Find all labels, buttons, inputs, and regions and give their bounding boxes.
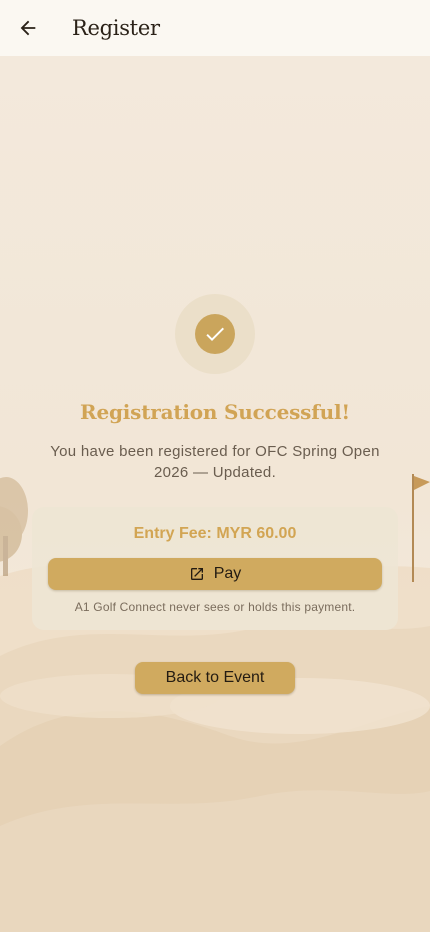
entry-fee-label: Entry Fee: MYR 60.00 xyxy=(133,525,297,542)
success-title: Registration Successful! xyxy=(80,400,350,424)
check-circle-icon xyxy=(195,314,235,354)
register-screen: Register Registration Successful! You ha… xyxy=(0,0,430,932)
back-button[interactable] xyxy=(0,0,56,56)
check-icon xyxy=(206,327,224,341)
success-badge xyxy=(175,294,255,374)
success-message: You have been registered for OFC Spring … xyxy=(50,443,380,481)
payment-disclaimer: A1 Golf Connect never sees or holds this… xyxy=(74,600,356,614)
app-bar: Register xyxy=(0,0,430,56)
back-to-event-button[interactable]: Back to Event xyxy=(135,662,295,694)
page-title: Register xyxy=(72,16,160,40)
pay-button-label: Pay xyxy=(213,565,242,582)
success-content: Registration Successful! You have been r… xyxy=(0,0,430,932)
arrow-left-icon xyxy=(20,20,36,36)
payment-card: Entry Fee: MYR 60.00 Pay A1 Golf Connect… xyxy=(32,507,398,630)
pay-button[interactable]: Pay xyxy=(48,558,382,590)
external-link-icon xyxy=(190,568,203,580)
